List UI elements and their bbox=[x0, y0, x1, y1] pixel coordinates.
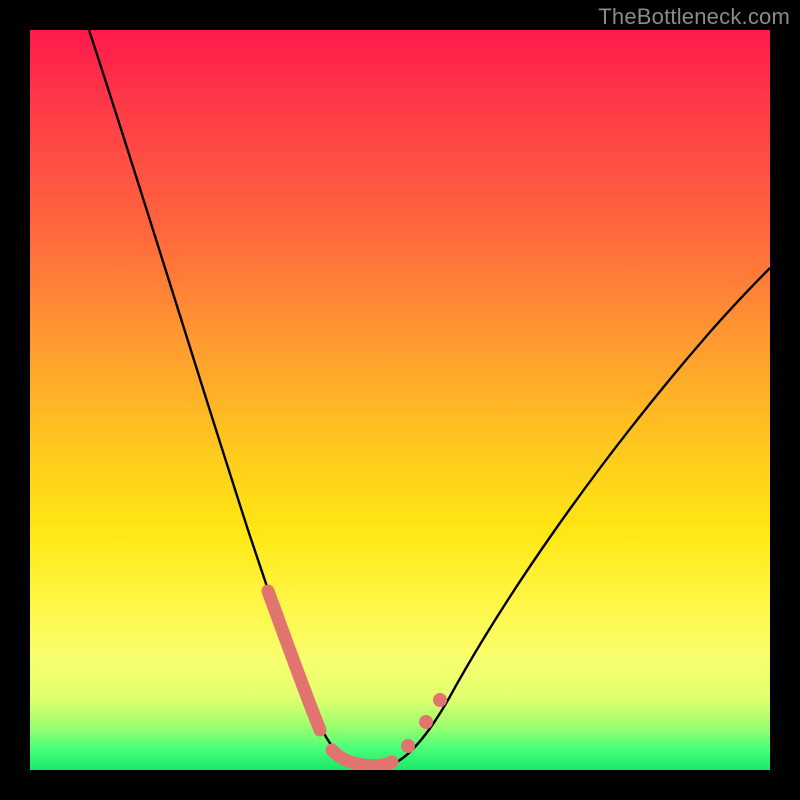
valley-floor bbox=[332, 750, 392, 766]
left-dense-segment bbox=[268, 591, 320, 730]
right-dot-2 bbox=[419, 715, 433, 729]
chart-frame: TheBottleneck.com bbox=[0, 0, 800, 800]
marker-group bbox=[268, 591, 392, 766]
marker-dots bbox=[401, 693, 447, 753]
curve-svg bbox=[30, 30, 770, 770]
watermark-text: TheBottleneck.com bbox=[598, 4, 790, 30]
plot-area bbox=[30, 30, 770, 770]
right-dot-3 bbox=[433, 693, 447, 707]
right-dot-1 bbox=[401, 739, 415, 753]
bottleneck-curve bbox=[89, 30, 770, 767]
